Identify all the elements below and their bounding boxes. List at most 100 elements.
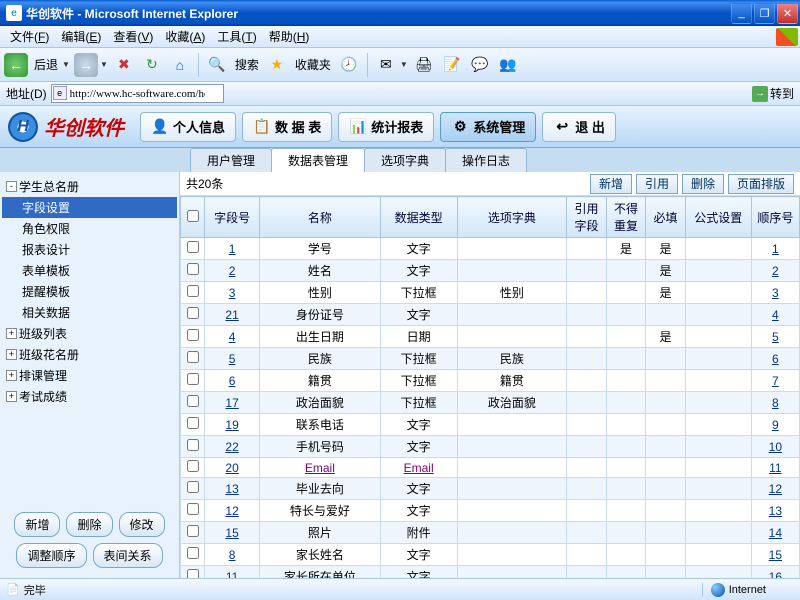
nav-button[interactable]: 📊统计报表 [338,112,434,142]
discuss-icon[interactable]: 💬 [468,53,492,77]
row-checkbox[interactable] [187,547,199,559]
column-header[interactable]: 名称 [260,197,381,238]
row-checkbox[interactable] [187,417,199,429]
maximize-button[interactable]: ❐ [754,3,775,24]
favorites-label[interactable]: 收藏夹 [293,56,333,73]
tree-expand-icon[interactable]: + [6,349,17,360]
edit-icon[interactable]: 📝 [440,53,464,77]
row-checkbox[interactable] [187,307,199,319]
field-number-link[interactable]: 22 [205,436,260,458]
field-number-link[interactable]: 8 [205,544,260,566]
order-link[interactable]: 13 [751,500,799,522]
refresh-button[interactable]: ↻ [140,53,164,77]
row-checkbox[interactable] [187,525,199,537]
address-input[interactable] [51,84,224,103]
order-link[interactable]: 8 [751,392,799,414]
order-link[interactable]: 16 [751,566,799,579]
search-icon[interactable]: 🔍 [205,53,229,77]
order-link[interactable]: 5 [751,326,799,348]
field-number-link[interactable]: 20 [205,458,260,478]
tree-item[interactable]: 角色权限 [2,218,177,239]
row-checkbox[interactable] [187,395,199,407]
field-number-link[interactable]: 17 [205,392,260,414]
row-checkbox[interactable] [187,481,199,493]
sidebar-action-button[interactable]: 调整顺序 [16,543,86,568]
order-link[interactable]: 12 [751,478,799,500]
order-link[interactable]: 15 [751,544,799,566]
sub-tab[interactable]: 用户管理 [190,148,272,172]
favorites-icon[interactable]: ★ [265,53,289,77]
menu-item[interactable]: 帮助(H) [263,26,316,47]
tree-item[interactable]: +班级列表 [2,323,177,344]
grid-scroll[interactable]: 字段号名称数据类型选项字典引用字段不得重复必填公式设置顺序号 1学号文字是是12… [180,196,800,578]
grid-action-button[interactable]: 页面排版 [728,174,794,194]
tree-expand-icon[interactable]: + [6,370,17,381]
sidebar-action-button[interactable]: 删除 [66,512,112,537]
sidebar-action-button[interactable]: 表间关系 [93,543,163,568]
row-checkbox[interactable] [187,285,199,297]
field-number-link[interactable]: 6 [205,370,260,392]
column-header[interactable]: 必填 [646,197,686,238]
search-label[interactable]: 搜索 [233,56,261,73]
menu-item[interactable]: 文件(F) [4,26,55,47]
order-link[interactable]: 7 [751,370,799,392]
field-number-link[interactable]: 2 [205,260,260,282]
go-button[interactable]: → 转到 [752,85,794,102]
sub-tab[interactable]: 操作日志 [445,148,527,172]
row-checkbox[interactable] [187,263,199,275]
tree-item[interactable]: -学生总名册 [2,176,177,197]
row-checkbox[interactable] [187,241,199,253]
row-checkbox[interactable] [187,569,199,578]
row-checkbox[interactable] [187,329,199,341]
row-checkbox[interactable] [187,460,199,472]
order-link[interactable]: 6 [751,348,799,370]
field-number-link[interactable]: 15 [205,522,260,544]
tree-item[interactable]: 表单模板 [2,260,177,281]
nav-button[interactable]: ⚙系统管理 [440,112,536,142]
order-link[interactable]: 1 [751,238,799,260]
order-link[interactable]: 11 [751,458,799,478]
menu-item[interactable]: 工具(T) [211,26,262,47]
order-link[interactable]: 14 [751,522,799,544]
sub-tab[interactable]: 选项字典 [364,148,446,172]
field-number-link[interactable]: 4 [205,326,260,348]
nav-button[interactable]: 👤个人信息 [140,112,236,142]
minimize-button[interactable]: _ [731,3,752,24]
history-icon[interactable]: 🕗 [337,53,361,77]
menu-item[interactable]: 收藏(A) [159,26,211,47]
grid-action-button[interactable]: 删除 [682,174,724,194]
field-number-link[interactable]: 11 [205,566,260,579]
print-icon[interactable]: 🖨 [412,53,436,77]
mail-dropdown-icon[interactable]: ▼ [400,60,408,69]
column-header[interactable]: 不得重复 [606,197,646,238]
field-number-link[interactable]: 13 [205,478,260,500]
column-header[interactable]: 字段号 [205,197,260,238]
column-header[interactable]: 数据类型 [380,197,457,238]
tree-item[interactable]: 报表设计 [2,239,177,260]
row-checkbox[interactable] [187,439,199,451]
row-checkbox[interactable] [187,351,199,363]
field-number-link[interactable]: 5 [205,348,260,370]
close-button[interactable]: ✕ [777,3,798,24]
nav-button[interactable]: 📋数 据 表 [242,112,332,142]
field-number-link[interactable]: 19 [205,414,260,436]
field-number-link[interactable]: 3 [205,282,260,304]
tree-expand-icon[interactable]: - [6,181,17,192]
row-checkbox[interactable] [187,373,199,385]
menu-item[interactable]: 查看(V) [107,26,159,47]
column-header[interactable]: 选项字典 [457,197,567,238]
sidebar-action-button[interactable]: 新增 [14,512,60,537]
column-header[interactable]: 顺序号 [751,197,799,238]
order-link[interactable]: 9 [751,414,799,436]
select-all-checkbox[interactable] [187,210,199,222]
field-number-link[interactable]: 21 [205,304,260,326]
order-link[interactable]: 2 [751,260,799,282]
column-header[interactable]: 引用字段 [567,197,607,238]
tree-item[interactable]: +班级花名册 [2,344,177,365]
tree-item[interactable]: +考试成绩 [2,386,177,407]
forward-button[interactable]: → [74,53,98,77]
mail-icon[interactable]: ✉ [374,53,398,77]
tree-expand-icon[interactable]: + [6,391,17,402]
sidebar-action-button[interactable]: 修改 [119,512,165,537]
tree-expand-icon[interactable]: + [6,328,17,339]
